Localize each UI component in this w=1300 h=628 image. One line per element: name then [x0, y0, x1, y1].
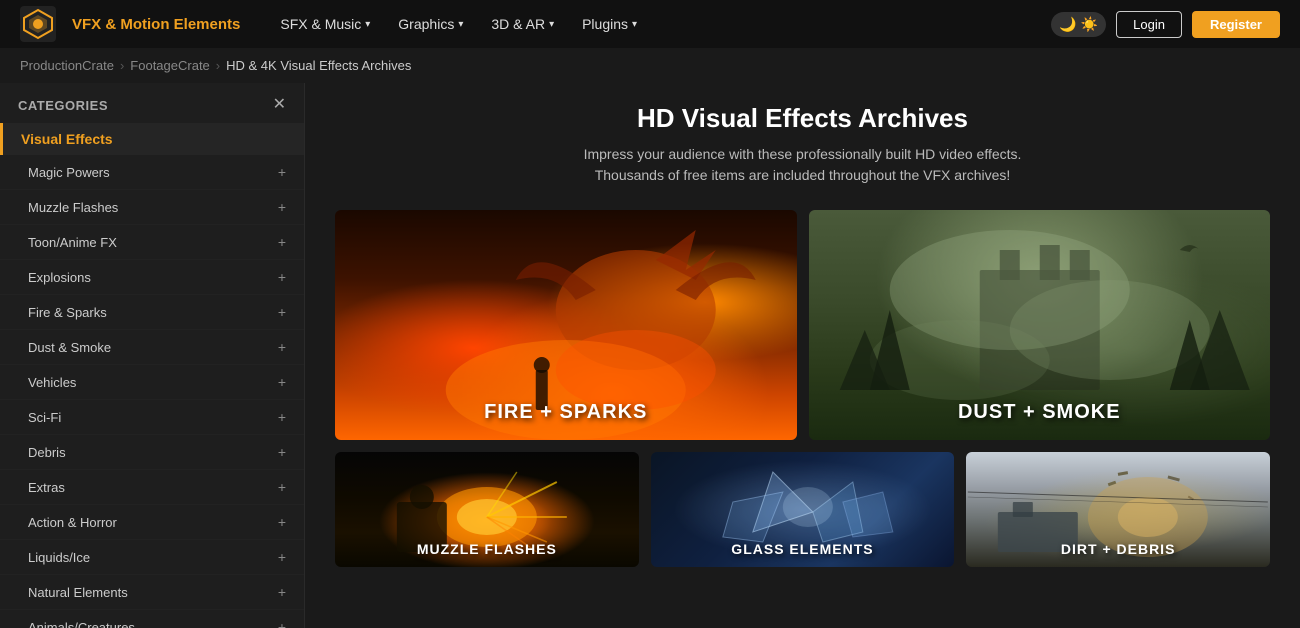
sidebar-item-extras[interactable]: Extras + [0, 470, 304, 505]
sidebar-item-liquids-ice[interactable]: Liquids/Ice + [0, 540, 304, 575]
breadcrumb: ProductionCrate › FootageCrate › HD & 4K… [0, 48, 1300, 83]
card-muzzle-flashes[interactable]: MUZZLE FLASHES [335, 452, 639, 567]
sidebar-item-debris[interactable]: Debris + [0, 435, 304, 470]
card-label-muzzle: MUZZLE FLASHES [417, 541, 557, 557]
cards-bottom-grid: MUZZLE FLASHES GLASS ELEMENTS [335, 452, 1270, 567]
sidebar-item-toon-anime[interactable]: Toon/Anime FX + [0, 225, 304, 260]
breadcrumb-item-footagecrate[interactable]: FootageCrate [130, 58, 210, 73]
card-label-fire: FIRE + SPARKS [484, 401, 647, 424]
plus-icon: + [278, 479, 286, 495]
chevron-down-icon: ▾ [458, 19, 463, 30]
brand-name[interactable]: VFX & Motion Elements [72, 16, 240, 33]
sidebar-item-vehicles[interactable]: Vehicles + [0, 365, 304, 400]
plus-icon: + [278, 444, 286, 460]
card-label-debris: DIRT + DEBRIS [1061, 541, 1176, 557]
breadcrumb-separator: › [120, 58, 124, 73]
sidebar-section-visual-effects[interactable]: Visual Effects [0, 123, 304, 155]
card-label-glass: GLASS ELEMENTS [731, 541, 873, 557]
sidebar-item-action-horror[interactable]: Action & Horror + [0, 505, 304, 540]
nav-plugins[interactable]: Plugins ▾ [570, 10, 649, 38]
sun-icon: ☀️ [1081, 16, 1098, 33]
plus-icon: + [278, 374, 286, 390]
plus-icon: + [278, 549, 286, 565]
breadcrumb-item-productioncrate[interactable]: ProductionCrate [20, 58, 114, 73]
main-layout: Categories ✕ Visual Effects Magic Powers… [0, 83, 1300, 628]
sidebar-item-muzzle-flashes[interactable]: Muzzle Flashes + [0, 190, 304, 225]
plus-icon: + [278, 584, 286, 600]
sidebar-title: Categories [18, 98, 108, 113]
theme-toggle[interactable]: 🌙 ☀️ [1051, 12, 1106, 37]
plus-icon: + [278, 514, 286, 530]
main-content: HD Visual Effects Archives Impress your … [305, 83, 1300, 628]
sidebar-item-fire-sparks[interactable]: Fire & Sparks + [0, 295, 304, 330]
sidebar-item-sci-fi[interactable]: Sci-Fi + [0, 400, 304, 435]
sidebar-header: Categories ✕ [0, 83, 304, 123]
breadcrumb-separator: › [216, 58, 220, 73]
page-subtitle: Impress your audience with these profess… [335, 144, 1270, 186]
nav-3d[interactable]: 3D & AR ▾ [479, 10, 566, 38]
plus-icon: + [278, 164, 286, 180]
breadcrumb-current: HD & 4K Visual Effects Archives [226, 58, 411, 73]
plus-icon: + [278, 234, 286, 250]
sidebar-item-animals-creatures[interactable]: Animals/Creatures + [0, 610, 304, 628]
card-fire-sparks[interactable]: FIRE + SPARKS [335, 210, 797, 440]
plus-icon: + [278, 199, 286, 215]
cards-top-grid: FIRE + SPARKS [335, 210, 1270, 440]
card-dust-smoke[interactable]: DUST + SMOKE [809, 210, 1271, 440]
site-logo[interactable] [20, 6, 56, 42]
sidebar-item-natural-elements[interactable]: Natural Elements + [0, 575, 304, 610]
chevron-down-icon: ▾ [365, 19, 370, 30]
nav-right: 🌙 ☀️ Login Register [1051, 11, 1280, 38]
plus-icon: + [278, 304, 286, 320]
moon-icon: 🌙 [1059, 16, 1076, 33]
plus-icon: + [278, 409, 286, 425]
register-button[interactable]: Register [1192, 11, 1280, 38]
sidebar: Categories ✕ Visual Effects Magic Powers… [0, 83, 305, 628]
nav-links: SFX & Music ▾ Graphics ▾ 3D & AR ▾ Plugi… [268, 10, 1043, 38]
sidebar-close-button[interactable]: ✕ [273, 97, 286, 113]
chevron-down-icon: ▾ [632, 19, 637, 30]
plus-icon: + [278, 339, 286, 355]
sidebar-item-dust-smoke[interactable]: Dust & Smoke + [0, 330, 304, 365]
navbar: VFX & Motion Elements SFX & Music ▾ Grap… [0, 0, 1300, 48]
chevron-down-icon: ▾ [549, 19, 554, 30]
nav-sfx[interactable]: SFX & Music ▾ [268, 10, 382, 38]
page-title: HD Visual Effects Archives [335, 103, 1270, 134]
card-dirt-debris[interactable]: DIRT + DEBRIS [966, 452, 1270, 567]
sidebar-item-magic-powers[interactable]: Magic Powers + [0, 155, 304, 190]
nav-graphics[interactable]: Graphics ▾ [386, 10, 475, 38]
sidebar-item-explosions[interactable]: Explosions + [0, 260, 304, 295]
login-button[interactable]: Login [1116, 11, 1182, 38]
card-label-dust: DUST + SMOKE [958, 401, 1121, 424]
plus-icon: + [278, 269, 286, 285]
card-glass-elements[interactable]: GLASS ELEMENTS [651, 452, 955, 567]
